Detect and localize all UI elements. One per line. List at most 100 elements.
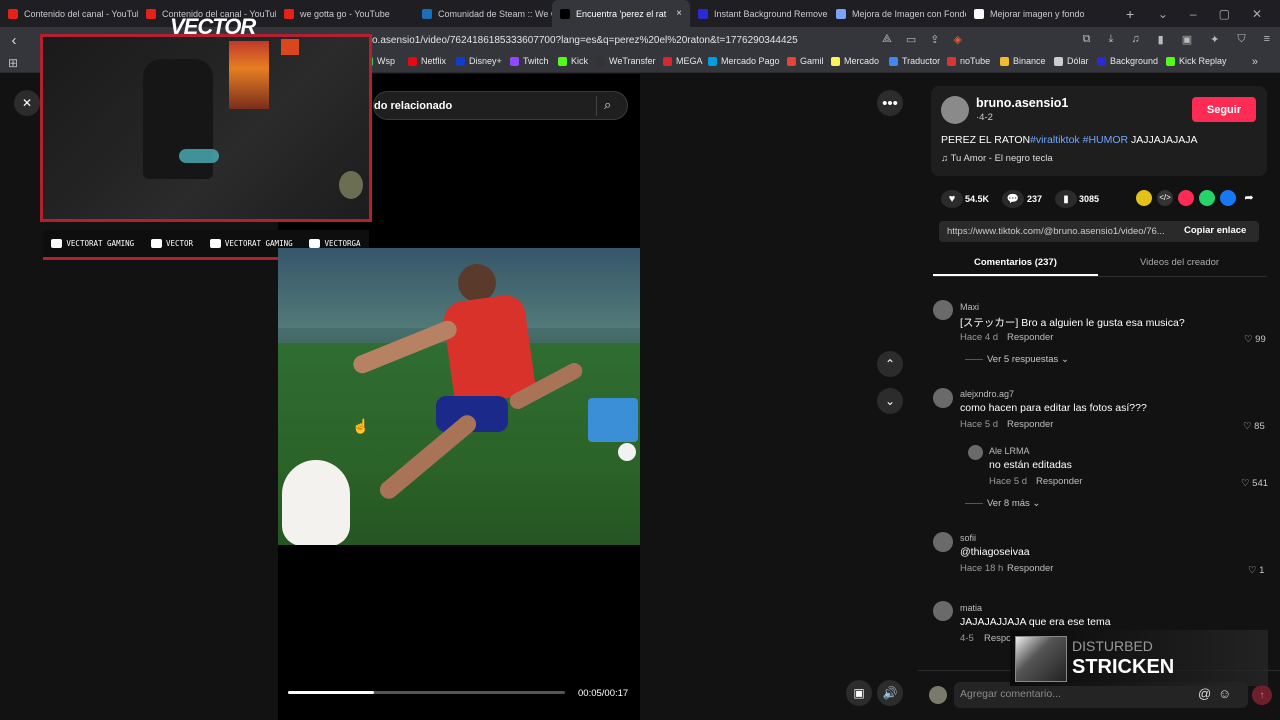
bookmark-item[interactable]: Mercado Pago [708, 56, 780, 66]
tab-comments[interactable]: Comentarios (237) [974, 257, 1057, 268]
shield-icon[interactable]: ⛉ [1237, 33, 1245, 46]
whatsapp-icon[interactable] [1199, 190, 1215, 206]
bookmark-item[interactable]: Mercado [831, 56, 879, 66]
view-replies-button[interactable]: Ver 5 respuestas ⌄ [965, 354, 1069, 365]
reply-button[interactable]: Responder [1007, 419, 1053, 430]
bookmark-item[interactable]: Twitch [510, 56, 549, 66]
comment-avatar[interactable] [968, 445, 983, 460]
reply-button[interactable]: Responder [1007, 332, 1053, 343]
brave-shield-icon[interactable]: ◈ [953, 33, 961, 46]
reply-button[interactable]: Responder [1007, 563, 1053, 574]
browser-tab[interactable]: Encuentra 'perez el rat × [552, 0, 690, 27]
search-input[interactable]: do relacionado [374, 100, 452, 112]
bookmark-item[interactable]: Kick Replay [1166, 56, 1227, 66]
browser-tab[interactable]: Mejora de Imagen con Fondo [828, 0, 966, 27]
bookmark-item[interactable]: Background [1097, 56, 1158, 66]
tab-close-icon[interactable]: × [676, 8, 682, 19]
hashtag-link[interactable]: #viraltiktok [1030, 134, 1080, 146]
more-options-button[interactable]: ••• [877, 90, 903, 116]
facebook-icon[interactable] [1220, 190, 1236, 206]
browser-tab[interactable]: Comunidad de Steam :: We G [414, 0, 552, 27]
bookmark-item[interactable]: Traductor [889, 56, 940, 66]
browser-tab[interactable]: Contenido del canal - YouTube [0, 0, 138, 27]
comment-username[interactable]: Ale LRMA [989, 446, 1030, 456]
video-frame[interactable] [278, 248, 640, 545]
tab-title: we gotta go - YouTube [300, 8, 390, 19]
follow-button[interactable]: Seguir [1192, 97, 1256, 122]
comment-like-button[interactable]: ♡ 541 [1241, 478, 1268, 489]
bookmark-item[interactable]: Netflix [408, 56, 446, 66]
cast-icon[interactable]: ▭ [906, 33, 916, 46]
maximize-icon[interactable]: ▢ [1219, 7, 1230, 21]
browser-tab[interactable]: we gotta go - YouTube [276, 0, 414, 27]
bookmark-item[interactable]: MEGA [663, 56, 703, 66]
volume-button[interactable]: 🔊 [877, 680, 903, 706]
save-button[interactable]: ▮ [1055, 190, 1077, 208]
post-comment-button[interactable]: ↑ [1252, 685, 1272, 705]
embed-icon[interactable]: </> [1157, 190, 1173, 206]
next-video-button[interactable]: ⌄ [877, 388, 903, 414]
tab-search-icon[interactable]: ⌄ [1158, 7, 1168, 21]
emoji-icon[interactable]: ☺ [1218, 686, 1231, 701]
like-button[interactable]: ♥ [941, 190, 963, 208]
comment-avatar[interactable] [933, 300, 953, 320]
comment-like-button[interactable]: ♡ 85 [1243, 421, 1265, 432]
minimize-icon[interactable]: – [1190, 7, 1197, 21]
progress-bar[interactable] [288, 691, 565, 694]
url-field[interactable]: o.asensio1/video/7624186185333607700?lan… [372, 35, 798, 46]
video-link[interactable]: https://www.tiktok.com/@bruno.asensio1/v… [947, 226, 1165, 237]
back-icon[interactable]: ‹ [0, 32, 28, 49]
copy-link-button[interactable]: Copiar enlace [1184, 225, 1246, 236]
previous-video-button[interactable]: ⌃ [877, 351, 903, 377]
comment-like-button[interactable]: ♡ 99 [1244, 334, 1266, 345]
bookmark-item[interactable]: WeTransfer [596, 56, 656, 66]
comment-avatar[interactable] [933, 532, 953, 552]
music-info[interactable]: ♫ Tu Amor - El negro tecla [941, 153, 1053, 164]
browser-tab[interactable]: Instant Background Remover [690, 0, 828, 27]
bookmark-item[interactable]: noTube [947, 56, 990, 66]
comment-username[interactable]: sofii [960, 533, 976, 543]
comment-username[interactable]: matia [960, 603, 982, 613]
extensions-icon[interactable]: ⧉ [1083, 33, 1091, 46]
comment-username[interactable]: Maxi [960, 302, 979, 312]
hashtag-link[interactable]: #HUMOR [1083, 134, 1129, 146]
reply-button[interactable]: Respo [984, 633, 1011, 644]
tab-creator-videos[interactable]: Videos del creador [1140, 257, 1219, 268]
music-title[interactable]: Tu Amor - El negro tecla [951, 153, 1053, 164]
more-bookmarks-icon[interactable]: » [1252, 56, 1258, 68]
sidebar-icon[interactable]: ▮ [1158, 33, 1164, 46]
view-replies-button[interactable]: Ver 8 más ⌄ [965, 498, 1040, 509]
comment-button[interactable]: 💬 [1002, 190, 1024, 208]
comment-username[interactable]: alejxndro.ag7 [960, 389, 1014, 399]
comment-avatar[interactable] [933, 388, 953, 408]
comment-avatar[interactable] [933, 601, 953, 621]
mention-icon[interactable]: @ [1198, 686, 1211, 701]
search-icon[interactable]: ⌕ [604, 97, 611, 113]
repost-icon[interactable] [1136, 190, 1152, 206]
send-icon[interactable] [1178, 190, 1194, 206]
download-icon[interactable]: ⤓ [1109, 33, 1114, 46]
new-tab-button[interactable]: + [1126, 6, 1134, 22]
browser-tab[interactable]: Mejorar imagen y fondo [966, 0, 1104, 27]
related-search-box[interactable]: do relacionado ⌕ [373, 91, 628, 120]
creator-username[interactable]: bruno.asensio1 [976, 96, 1068, 110]
bookmark-item[interactable]: Binance [1000, 56, 1046, 66]
translate-icon[interactable]: ⟁ [882, 33, 892, 46]
creator-avatar[interactable] [941, 96, 969, 124]
close-viewer-button[interactable]: ✕ [14, 90, 40, 116]
share-arrow-icon[interactable]: ➦ [1241, 190, 1257, 206]
music-icon[interactable]: ♫ [1131, 33, 1139, 46]
menu-icon[interactable]: ≡ [1264, 33, 1270, 46]
share-icon[interactable]: ⇪ [930, 33, 939, 46]
comment-like-button[interactable]: ♡ 1 [1248, 565, 1264, 576]
close-window-icon[interactable]: ✕ [1252, 7, 1262, 21]
apps-grid-icon[interactable]: ⊞ [8, 56, 18, 70]
bookmark-item[interactable]: Gamil [787, 56, 824, 66]
reply-button[interactable]: Responder [1036, 476, 1082, 487]
bookmark-item[interactable]: Kick [558, 56, 588, 66]
ai-icon[interactable]: ✦ [1210, 33, 1219, 46]
bookmark-item[interactable]: Disney+ [456, 56, 502, 66]
bookmark-item[interactable]: Dólar [1054, 56, 1089, 66]
pip-button[interactable]: ▣ [846, 680, 872, 706]
wallet-icon[interactable]: ▣ [1182, 33, 1192, 46]
